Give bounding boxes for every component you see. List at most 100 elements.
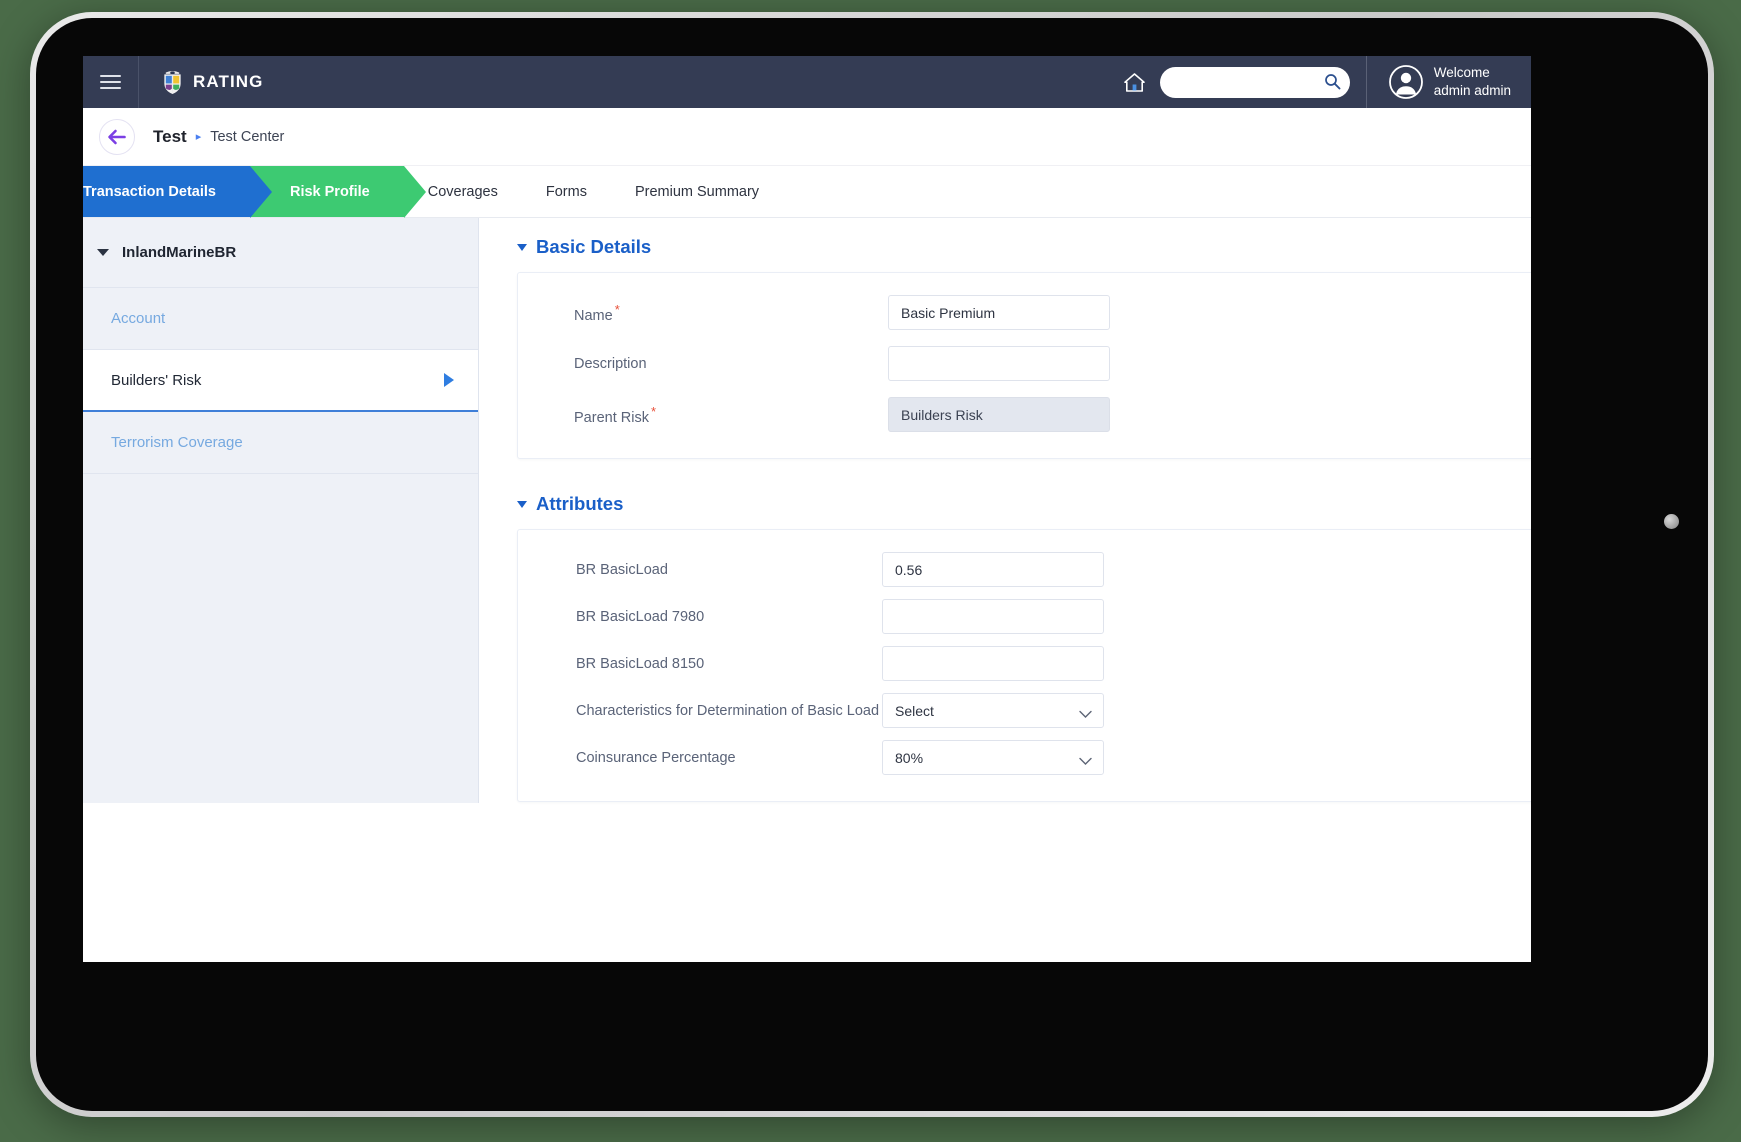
caret-down-icon[interactable] [97, 249, 109, 256]
basic-details-panel: Name* Description Parent [517, 272, 1531, 459]
section-caret-down-icon[interactable] [517, 500, 527, 508]
user-avatar-icon [1388, 65, 1423, 99]
back-button[interactable] [99, 118, 135, 155]
field-label-text: Coinsurance Percentage [576, 749, 736, 766]
parent-risk-input [888, 397, 1110, 432]
hamburger-menu-icon[interactable] [83, 56, 139, 108]
sidebar-item-label: Account [111, 310, 166, 327]
search-icon[interactable] [1324, 73, 1341, 95]
tab-forms[interactable]: Forms [522, 166, 611, 217]
user-name: admin admin [1433, 83, 1511, 98]
breadcrumb-bar: Test ▸ Test Center [83, 108, 1531, 166]
tab-label: Forms [545, 183, 587, 200]
field-label-name: Name * [548, 302, 888, 324]
required-marker: * [614, 301, 620, 317]
description-input[interactable] [888, 346, 1110, 381]
home-icon[interactable] [1114, 56, 1156, 108]
home-icon-glyph [1124, 72, 1146, 92]
tab-label: Premium Summary [634, 183, 760, 200]
tab-label: Coverages [427, 183, 498, 200]
sidebar-item-builders-risk[interactable]: Builders' Risk [83, 350, 478, 412]
tab-label: Transaction Details [83, 183, 216, 200]
br-basicload-8150-input[interactable] [882, 646, 1104, 681]
field-label-br-basicload: BR BasicLoad [548, 562, 882, 578]
tab-label: Risk Profile [289, 183, 370, 200]
characteristics-select-wrap: Select [882, 693, 1104, 728]
coinsurance-percentage-select[interactable]: 80% [882, 740, 1104, 775]
tree-root-label: InlandMarineBR [122, 244, 237, 261]
wizard-tab-bar: Transaction Details Risk Profile Coverag… [83, 166, 1531, 218]
work-area: InlandMarineBR Account Builders' Risk Te… [83, 218, 1531, 962]
back-arrow-icon [108, 129, 126, 144]
user-account-menu[interactable]: Welcome admin admin [1365, 56, 1531, 108]
field-row-characteristics-basic-load: Characteristics for Determination of Bas… [548, 693, 1531, 728]
section-header-basic-details[interactable]: Basic Details [517, 236, 1531, 258]
front-camera-dot [1664, 514, 1679, 529]
field-label-text: Name [574, 307, 613, 324]
breadcrumb-separator-icon: ▸ [195, 131, 202, 143]
risk-tree-sidebar: InlandMarineBR Account Builders' Risk Te… [83, 218, 479, 803]
hamburger-bar [100, 81, 121, 83]
tablet-screen: RATING Welcome admin admin Test ▸ Test C… [83, 56, 1531, 962]
field-row-parent-risk: Parent Risk * [548, 397, 1531, 432]
search-input[interactable] [1159, 66, 1350, 98]
tab-premium-summary[interactable]: Premium Summary [611, 166, 783, 217]
hamburger-bar [100, 87, 121, 89]
field-label-text: BR BasicLoad 8150 [576, 655, 705, 672]
field-label-text: BR BasicLoad 7980 [576, 608, 705, 625]
tablet-device-frame: RATING Welcome admin admin Test ▸ Test C… [30, 12, 1714, 1117]
field-label-text: Parent Risk [574, 409, 649, 426]
sidebar-item-label: Terrorism Coverage [111, 434, 243, 451]
tree-root-inlandmarinebr[interactable]: InlandMarineBR [83, 218, 478, 288]
characteristics-basic-load-select[interactable]: Select [882, 693, 1104, 728]
field-label-text: Characteristics for Determination of Bas… [576, 702, 880, 719]
section-caret-down-icon[interactable] [517, 243, 527, 251]
section-title-group: Basic Details [536, 236, 651, 258]
field-row-br-basicload-7980: BR BasicLoad 7980 [548, 599, 1531, 634]
field-row-br-basicload: BR BasicLoad [548, 552, 1531, 587]
field-label-description: Description [548, 356, 888, 372]
sidebar-item-account[interactable]: Account [83, 288, 478, 350]
tablet-bezel: RATING Welcome admin admin Test ▸ Test C… [36, 18, 1708, 1111]
field-label-br-basicload-8150: BR BasicLoad 8150 [548, 656, 882, 672]
br-basicload-input[interactable] [882, 552, 1104, 587]
br-basicload-7980-input[interactable] [882, 599, 1104, 634]
section-title: Basic Details [536, 236, 652, 257]
section-title: Attributes [536, 493, 624, 514]
shield-crest-logo-icon [164, 70, 181, 94]
breadcrumb-root[interactable]: Test [153, 127, 187, 147]
required-marker: * [650, 403, 657, 419]
field-label-text: BR BasicLoad [576, 561, 668, 578]
brand-title: RATING [193, 72, 264, 91]
form-content: Basic Details Name * Basic Premium Descr… [479, 218, 1531, 802]
section-header-attributes[interactable]: Attributes [517, 493, 1531, 515]
field-label-br-basicload-7980: BR BasicLoad 7980 [548, 609, 882, 625]
sidebar-item-terrorism-coverage[interactable]: Terrorism Coverage [83, 412, 478, 474]
app-header: RATING Welcome admin admin [83, 56, 1531, 108]
section-title-group: Attributes [536, 493, 623, 515]
name-input[interactable] [888, 295, 1110, 330]
sidebar-item-label: Builders' Risk [111, 371, 202, 389]
search-icon-glyph [1324, 73, 1341, 89]
field-row-name: Name * [548, 295, 1531, 330]
breadcrumb: Test ▸ Test Center [153, 127, 284, 147]
user-info: Welcome admin admin [1434, 64, 1511, 100]
coinsurance-select-wrap: 80% [882, 740, 1104, 775]
app-header-right: Welcome admin admin [1114, 56, 1531, 108]
tab-risk-profile[interactable]: Risk Profile [249, 166, 426, 218]
tab-transaction-details[interactable]: Transaction Details [83, 166, 272, 218]
field-row-coinsurance-percentage: Coinsurance Percentage 80% [548, 740, 1531, 775]
field-label-characteristics-basic-load: Characteristics for Determination of Bas… [548, 703, 882, 719]
field-label-text: Description [574, 355, 647, 372]
attributes-panel: BR BasicLoad BR BasicLoad 7980 [517, 529, 1531, 802]
field-label-coinsurance-percentage: Coinsurance Percentage [548, 750, 882, 766]
play-arrow-icon [444, 373, 454, 387]
field-row-br-basicload-8150: BR BasicLoad 8150 [548, 646, 1531, 681]
brand-logo-group[interactable]: RATING [139, 70, 264, 95]
search-box [1159, 66, 1350, 98]
field-label-parent-risk: Parent Risk * [548, 404, 888, 426]
breadcrumb-leaf[interactable]: Test Center [210, 129, 284, 145]
user-greeting: Welcome [1433, 65, 1490, 81]
field-row-description: Description [548, 346, 1531, 381]
